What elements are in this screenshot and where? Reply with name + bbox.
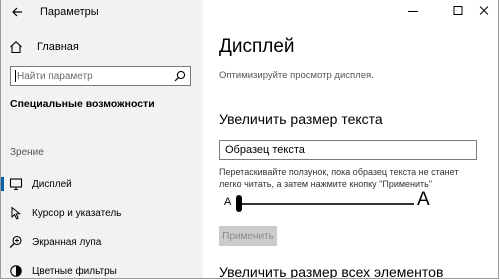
sidebar-item-label: Дисплей xyxy=(32,178,72,190)
back-arrow-icon[interactable] xyxy=(9,4,25,20)
sidebar-item-label: Цветные фильтры xyxy=(32,265,117,277)
text-size-slider[interactable] xyxy=(236,193,414,213)
home-icon xyxy=(10,41,22,54)
slider-min-label: A xyxy=(224,196,232,208)
slider-hint: Перетаскивайте ползунок, пока образец те… xyxy=(219,167,459,189)
sidebar-item-label: Экранная лупа xyxy=(32,236,102,248)
settings-window: Параметры Главная Специальные возможност… xyxy=(0,0,499,279)
display-icon xyxy=(9,178,23,191)
section-title: Специальные возможности xyxy=(10,98,155,110)
page-title: Дисплей xyxy=(219,36,295,57)
slider-max-label: A xyxy=(417,189,430,210)
window-title: Параметры xyxy=(40,6,99,18)
close-icon[interactable] xyxy=(475,3,493,19)
search-box[interactable] xyxy=(10,66,191,86)
text-size-heading: Увеличить размер текста xyxy=(219,111,383,127)
apply-button[interactable]: Применить xyxy=(219,226,277,246)
search-input[interactable] xyxy=(11,67,167,85)
home-label: Главная xyxy=(37,41,79,53)
maximize-icon[interactable] xyxy=(449,3,467,19)
page-subtitle: Оптимизируйте просмотр дисплея. xyxy=(219,70,374,81)
magnifier-icon xyxy=(9,235,22,249)
all-size-heading: Увеличить размер всех элементов xyxy=(219,264,444,279)
color-filter-icon xyxy=(10,265,22,277)
cursor-icon xyxy=(11,206,21,220)
sidebar-item-cursor[interactable]: Курсор и указатель xyxy=(1,202,203,224)
sidebar-item-color-filters[interactable]: Цветные фильтры xyxy=(1,260,203,278)
slider-track xyxy=(236,203,414,205)
sidebar-item-label: Курсор и указатель xyxy=(32,207,122,219)
minimize-icon[interactable] xyxy=(404,3,422,19)
group-title: Зрение xyxy=(10,147,44,158)
search-icon[interactable] xyxy=(174,70,186,82)
slider-thumb[interactable] xyxy=(236,195,242,212)
sidebar-item-magnifier[interactable]: Экранная лупа xyxy=(1,231,203,253)
main-content: Дисплей Оптимизируйте просмотр дисплея. … xyxy=(203,0,498,279)
sample-text-field[interactable] xyxy=(219,140,477,160)
sidebar: Параметры Главная Специальные возможност… xyxy=(1,0,203,278)
home-link[interactable]: Главная xyxy=(9,38,79,56)
sidebar-item-display[interactable]: Дисплей xyxy=(1,173,203,195)
active-indicator xyxy=(1,177,4,191)
